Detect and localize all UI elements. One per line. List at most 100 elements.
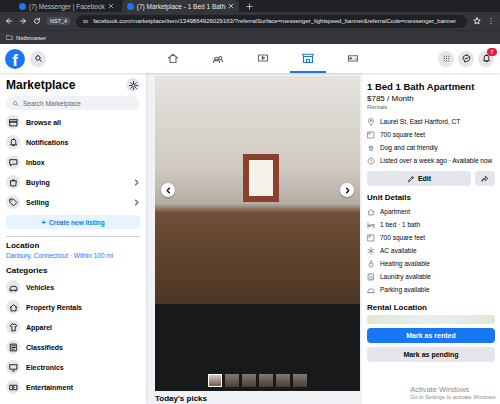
category-item[interactable]: Property Rentals <box>6 297 140 317</box>
listing-fact: Listed over a week ago · Available now <box>367 154 495 167</box>
plus-icon[interactable] <box>246 3 253 10</box>
messenger-icon <box>462 54 471 63</box>
action-row: Edit <box>367 171 495 186</box>
fact-text: 700 square feet <box>380 131 425 139</box>
sidebar-item-icon <box>9 158 18 167</box>
category-icon <box>9 283 18 292</box>
photo-thumbnail[interactable] <box>276 374 290 387</box>
star-icon[interactable] <box>473 17 481 25</box>
watermark-title: Activate Windows <box>410 385 497 394</box>
facebook-favicon-icon <box>19 3 26 10</box>
sidebar-item-label: Notifications <box>26 139 140 146</box>
header-right: 7 <box>380 51 500 67</box>
close-icon[interactable] <box>228 3 234 9</box>
screen: (7) Messenger | Facebook (7) Marketplace … <box>0 0 500 404</box>
category-item[interactable]: Classifieds <box>6 337 140 357</box>
create-listing-button[interactable]: +Create new listing <box>6 215 140 229</box>
unit-detail-text: Parking available <box>380 286 430 294</box>
category-label: Entertainment <box>26 384 140 391</box>
photo-viewer <box>155 76 360 391</box>
photo-thumbnail[interactable] <box>225 374 239 387</box>
category-item[interactable]: Vehicles <box>6 277 140 297</box>
close-icon[interactable] <box>108 3 114 9</box>
edit-button[interactable]: Edit <box>367 171 471 186</box>
item-icon-circle <box>6 195 20 209</box>
nav-tab[interactable] <box>155 44 191 73</box>
sidebar-item[interactable]: Notifications <box>6 132 140 152</box>
bookmark[interactable]: Nstbrowser <box>6 34 46 41</box>
facebook-logo[interactable]: f <box>5 49 25 69</box>
chevron-right-icon <box>344 187 351 194</box>
chevron-right-icon <box>133 179 140 186</box>
nav-tab[interactable] <box>200 44 236 73</box>
next-photo-button[interactable] <box>340 183 354 197</box>
browser-tab[interactable]: (7) Messenger | Facebook <box>14 0 119 12</box>
unit-detail-text: Heating available <box>380 260 430 268</box>
photo-thumbnail[interactable] <box>293 374 307 387</box>
unit-detail: Heating available <box>367 257 495 270</box>
listing-title: 1 Bed 1 Bath Apartment <box>367 81 495 93</box>
search-field[interactable]: Search Marketplace <box>6 96 140 110</box>
unit-detail-icon <box>367 221 375 229</box>
category-icon-circle <box>6 360 20 374</box>
category-icon-circle <box>6 340 20 354</box>
mark-as-rented-button[interactable]: Mark as rented <box>367 328 495 343</box>
nav-tab[interactable] <box>290 44 326 73</box>
profile-badge[interactable]: NST_4 <box>47 17 70 25</box>
url-field[interactable]: facebook.com/marketplace/item/1349864926… <box>76 15 467 28</box>
category-icon <box>9 363 18 372</box>
unit-detail-icon <box>367 273 375 281</box>
tab-label: (7) Marketplace - 1 Bed 1 Bath <box>137 3 226 10</box>
location-link[interactable]: Danbury, Connecticut · Within 100 mi <box>6 252 140 261</box>
forward-arrow-icon[interactable] <box>19 17 27 25</box>
unit-detail: 700 square feet <box>367 231 495 244</box>
address-bar-row: NST_4 facebook.com/marketplace/item/13498… <box>0 12 500 30</box>
url-text: facebook.com/marketplace/item/1349864926… <box>93 18 456 24</box>
category-label: Electronics <box>26 364 140 371</box>
browser-tab-bar: (7) Messenger | Facebook (7) Marketplace … <box>0 0 500 12</box>
share-button[interactable] <box>475 171 495 186</box>
settings-button[interactable] <box>126 78 140 92</box>
category-icon-circle <box>6 280 20 294</box>
photo-thumbnail[interactable] <box>242 374 256 387</box>
gear-icon <box>129 81 138 90</box>
category-item[interactable]: Apparel <box>6 317 140 337</box>
search-button[interactable] <box>30 51 46 67</box>
nav-tab[interactable] <box>245 44 281 73</box>
messenger-button[interactable] <box>458 51 474 67</box>
category-icon-circle <box>6 380 20 394</box>
notifications-button[interactable]: 7 <box>478 51 494 67</box>
sidebar-item[interactable]: Browse all <box>6 112 140 132</box>
sidebar-item[interactable]: Inbox <box>6 152 140 172</box>
divider <box>6 236 140 237</box>
sidebar: Marketplace Search Marketplace Browse all N… <box>0 73 146 404</box>
sidebar-item-label: Inbox <box>26 159 140 166</box>
unit-detail: Apartment <box>367 205 495 218</box>
share-icon <box>481 175 489 183</box>
sidebar-item[interactable]: Selling <box>6 192 140 212</box>
sidebar-item[interactable]: Buying <box>6 172 140 192</box>
reload-icon[interactable] <box>33 17 41 25</box>
mark-as-pending-button[interactable]: Mark as pending <box>367 347 495 362</box>
menu-icon[interactable] <box>487 17 495 25</box>
rental-location-map[interactable] <box>367 315 495 324</box>
photo-thumbnail[interactable] <box>208 374 222 387</box>
site-info-icon[interactable] <box>82 18 89 25</box>
nav-tab[interactable] <box>335 44 371 73</box>
photo-thumbnail[interactable] <box>259 374 273 387</box>
sidebar-header: Marketplace <box>6 75 140 95</box>
previous-photo-button[interactable] <box>161 183 175 197</box>
menu-button[interactable] <box>438 51 454 67</box>
sidebar-title: Marketplace <box>6 78 75 92</box>
pencil-icon <box>407 175 415 183</box>
unit-detail: Parking available <box>367 283 495 296</box>
feed-heading: Today's picks <box>155 394 360 404</box>
category-item[interactable]: Electronics <box>6 357 140 377</box>
thumbnail-strip <box>155 374 360 391</box>
browser-tab[interactable]: (7) Marketplace - 1 Bed 1 Bath <box>122 0 240 12</box>
bookmarks-bar: Nstbrowser <box>0 30 500 44</box>
chevron-right-icon <box>133 199 140 206</box>
create-listing-label: Create new listing <box>49 219 105 226</box>
category-item[interactable]: Entertainment <box>6 377 140 397</box>
back-arrow-icon[interactable] <box>5 17 13 25</box>
